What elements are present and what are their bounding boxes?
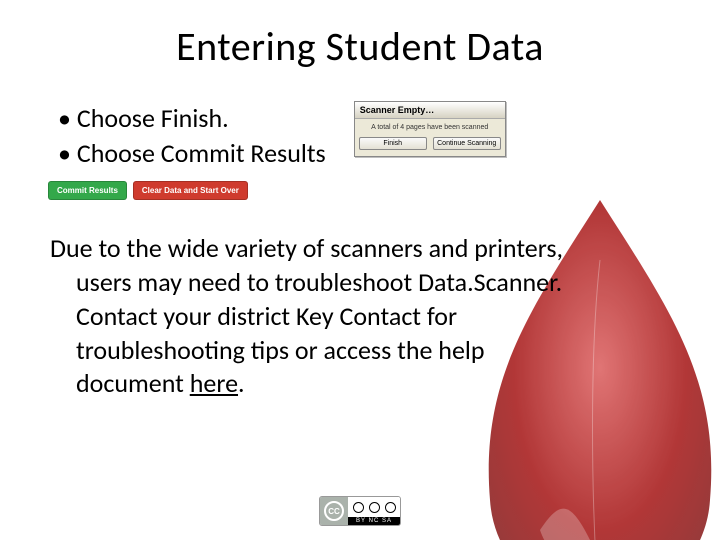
para-line: troubleshooting tips or access the help: [76, 334, 485, 366]
action-button-row: Commit Results Clear Data and Start Over: [48, 181, 670, 200]
para-line: Contact your district Key Contact for: [76, 300, 457, 332]
commit-results-button[interactable]: Commit Results: [48, 181, 127, 200]
slide-title: Entering Student Data: [50, 22, 670, 71]
cc-nc-icon: [369, 502, 380, 513]
cc-sa-icon: [385, 502, 396, 513]
bullet-item: Choose Commit Results: [58, 136, 326, 171]
para-line: Due to the wide variety of scanners and …: [50, 232, 563, 264]
cc-logo-icon: CC: [320, 497, 348, 525]
bullet-list: Choose Finish. Choose Commit Results: [50, 101, 326, 171]
continue-scanning-button[interactable]: Continue Scanning: [433, 137, 501, 150]
dialog-message: A total of 4 pages have been scanned: [355, 119, 505, 133]
help-document-link[interactable]: here: [190, 367, 238, 399]
troubleshoot-paragraph: Due to the wide variety of scanners and …: [50, 232, 670, 401]
cc-by-icon: [353, 502, 364, 513]
finish-button[interactable]: Finish: [359, 137, 427, 150]
dialog-button-row: Finish Continue Scanning: [355, 133, 505, 156]
cc-icons: [348, 497, 400, 517]
scanner-empty-dialog: Scanner Empty… A total of 4 pages have b…: [354, 101, 506, 157]
para-line: .: [238, 367, 245, 399]
bullet-item: Choose Finish.: [58, 101, 326, 136]
cc-terms-label: BY NC SA: [348, 517, 400, 525]
dialog-title: Scanner Empty…: [355, 102, 505, 119]
para-line: users may need to troubleshoot Data.Scan…: [76, 266, 562, 298]
cc-license-badge: CC BY NC SA: [319, 496, 401, 526]
para-line: document: [76, 367, 190, 399]
clear-data-button[interactable]: Clear Data and Start Over: [133, 181, 248, 200]
